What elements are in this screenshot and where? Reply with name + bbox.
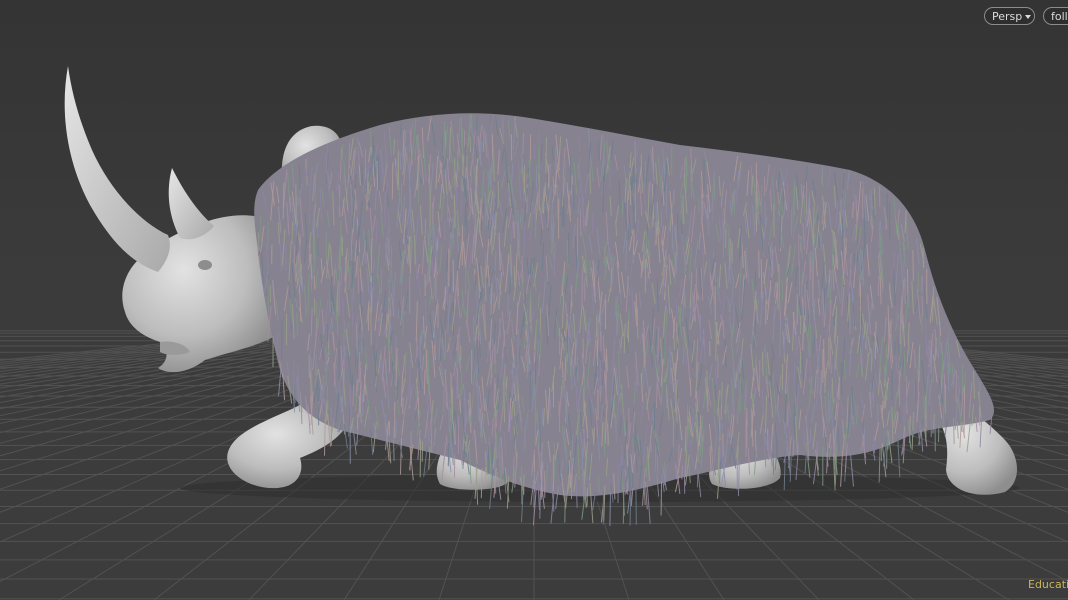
camera-menu-button[interactable]: Persp: [984, 7, 1035, 25]
fur-coat: [254, 113, 995, 527]
rear-horn: [168, 168, 214, 240]
chevron-down-icon: [1025, 15, 1032, 19]
follow-menu-button[interactable]: follo: [1043, 7, 1068, 25]
camera-menu-label: Persp: [992, 10, 1023, 23]
license-watermark: Educatio: [1028, 578, 1068, 591]
rhino-model: [64, 66, 1020, 527]
front-horn: [64, 66, 170, 272]
follow-menu-label: follo: [1051, 10, 1068, 23]
3d-viewport[interactable]: Persp follo Educatio: [0, 0, 1068, 600]
